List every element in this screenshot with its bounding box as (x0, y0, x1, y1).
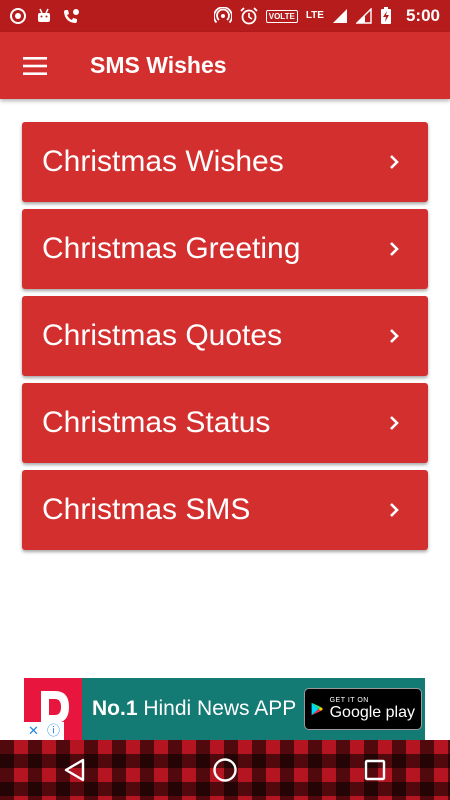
status-bar: VOLTE LTE 5:00 (0, 0, 450, 32)
menu-item-christmas-status[interactable]: Christmas Status (22, 383, 428, 463)
menu-item-label: Christmas Greeting (42, 232, 301, 265)
google-play-badge[interactable]: GET IT ON Google play (304, 688, 422, 730)
signal-group: LTE (306, 11, 324, 21)
google-play-badge-text: GET IT ON Google play (330, 697, 415, 722)
network-type: LTE (305, 10, 324, 21)
status-right: VOLTE LTE 5:00 (213, 6, 440, 26)
badge-big-text: Google play (329, 703, 415, 721)
android-icon (36, 8, 52, 24)
home-icon (213, 758, 237, 782)
hamburger-menu-icon (23, 56, 47, 75)
ad-controls: ✕ ⓘ (24, 722, 64, 740)
back-button[interactable] (45, 740, 105, 800)
signal-icon-secondary (355, 8, 372, 24)
ad-info-icon[interactable]: ⓘ (47, 724, 60, 738)
ad-headline: No.1 Hindi News APP (92, 697, 304, 721)
back-icon (64, 758, 85, 782)
missed-call-icon (62, 8, 80, 24)
menu-item-christmas-quotes[interactable]: Christmas Quotes (22, 296, 428, 376)
status-left (10, 8, 80, 24)
menu-item-label: Christmas Status (42, 406, 271, 439)
chevron-right-icon (380, 409, 408, 437)
menu-item-christmas-sms[interactable]: Christmas SMS (22, 470, 428, 550)
menu-item-christmas-wishes[interactable]: Christmas Wishes (22, 122, 428, 202)
chevron-right-icon (380, 235, 408, 263)
hamburger-menu-button[interactable] (0, 32, 70, 99)
app-title: SMS Wishes (90, 52, 227, 78)
category-list: Christmas Wishes Christmas Greeting Chri… (22, 122, 428, 557)
alarm-icon (240, 7, 258, 25)
recents-button[interactable] (345, 740, 405, 800)
chevron-right-icon (380, 496, 408, 524)
ad-headline-rest: Hindi News APP (137, 697, 297, 720)
menu-item-label: Christmas SMS (42, 493, 251, 526)
chevron-right-icon (380, 322, 408, 350)
chevron-right-icon (380, 148, 408, 176)
navigation-bar (0, 740, 450, 800)
menu-item-label: Christmas Wishes (42, 145, 284, 178)
ad-headline-bold: No.1 (92, 697, 138, 720)
clock: 5:00 (405, 6, 440, 25)
recents-icon (364, 759, 386, 781)
signal-icon (332, 8, 348, 24)
volte-badge: VOLTE (265, 9, 298, 23)
ad-banner[interactable]: No.1 Hindi News APP GET IT ON Google pla… (24, 678, 425, 740)
record-icon (10, 8, 26, 24)
google-play-icon (311, 702, 323, 716)
ad-close-icon[interactable]: ✕ (28, 724, 39, 738)
hotspot-icon (213, 7, 232, 25)
app-bar: SMS Wishes (0, 32, 450, 99)
menu-item-christmas-greeting[interactable]: Christmas Greeting (22, 209, 428, 289)
menu-item-label: Christmas Quotes (42, 319, 283, 352)
home-button[interactable] (195, 740, 255, 800)
battery-charging-icon (380, 7, 392, 25)
badge-small-text: GET IT ON (329, 696, 369, 704)
